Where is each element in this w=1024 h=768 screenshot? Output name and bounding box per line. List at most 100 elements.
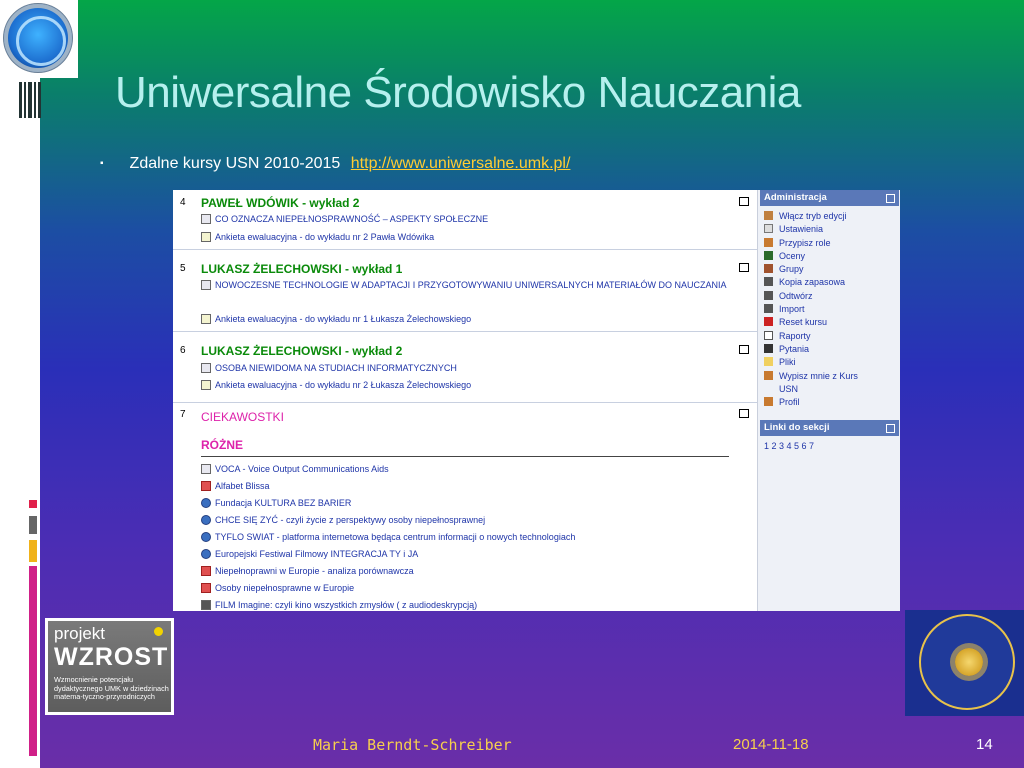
admin-item[interactable]: Przypisz role	[764, 237, 858, 250]
resource-link[interactable]: CHCE SIĘ ZYĆ - czyli życie z perspektywy…	[201, 515, 485, 526]
document-icon	[201, 464, 211, 474]
resource-label: Osoby niepełnosprawne w Europie	[215, 583, 355, 593]
collapse-icon[interactable]	[886, 424, 895, 433]
bullet-text: Zdalne kursy USN 2010-2015	[129, 155, 341, 172]
admin-item[interactable]: Ustawienia	[764, 223, 858, 236]
admin-item[interactable]: Import	[764, 303, 858, 316]
resource-link[interactable]: Ankieta ewaluacyjna - do wykładu nr 1 Łu…	[201, 314, 471, 325]
resource-label: FILM Imagine: czyli kino wszystkich zmys…	[215, 600, 478, 610]
admin-item[interactable]: Pytania	[764, 343, 858, 356]
admin-item-continued[interactable]: USN	[764, 383, 858, 396]
accent-stripe-gray	[29, 516, 37, 534]
quiz-icon	[201, 314, 211, 324]
section-title[interactable]: LUKASZ ŻELECHOWSKI - wykład 1	[201, 262, 402, 276]
resource-link[interactable]: Alfabet Blissa	[201, 481, 270, 492]
moodle-screenshot: 4 PAWEŁ WDÓWIK - wykład 2 CO OZNACZA NIE…	[173, 190, 900, 611]
backup-icon	[764, 277, 773, 287]
profile-icon	[764, 397, 773, 407]
pdf-icon	[201, 566, 211, 576]
links-block-header: Linki do sekcji	[760, 420, 899, 436]
wzrost-line1: projekt	[54, 624, 106, 643]
resource-link[interactable]: Osoby niepełnosprawne w Europie	[201, 583, 354, 594]
admin-menu: Włącz tryb edycji Ustawienia Przypisz ro…	[764, 210, 858, 409]
admin-item[interactable]: Włącz tryb edycji	[764, 210, 858, 223]
resource-label: CO OZNACZA NIEPEŁNOSPRAWNOŚĆ – ASPEKTY S…	[215, 214, 489, 224]
dot-icon	[154, 627, 163, 636]
wzrost-line2: WZROST	[54, 643, 169, 671]
admin-item[interactable]: Pliki	[764, 356, 858, 369]
resource-link[interactable]: TYFLO SWIAT - platforma internetowa będą…	[201, 532, 575, 543]
section-number: 6	[180, 345, 186, 356]
section-checkbox[interactable]	[739, 409, 749, 418]
section-checkbox[interactable]	[739, 263, 749, 272]
admin-item-label: Pytania	[779, 343, 810, 354]
resource-link[interactable]: Ankieta ewaluacyjna - do wykładu nr 2 Łu…	[201, 380, 471, 391]
questions-icon	[764, 343, 773, 353]
section-subtitle: RÓŻNE	[201, 438, 243, 452]
film-icon	[201, 600, 211, 610]
admin-item-label: Wypisz mnie z Kurs	[779, 370, 858, 381]
section-checkbox[interactable]	[739, 197, 749, 206]
section-number: 7	[180, 409, 186, 420]
admin-item[interactable]: Raporty	[764, 330, 858, 343]
resource-link[interactable]: OSOBA NIEWIDOMA NA STUDIACH INFORMATYCZN…	[201, 363, 457, 374]
resource-label: CHCE SIĘ ZYĆ - czyli życie z perspektywy…	[215, 515, 486, 525]
section-number: 5	[180, 263, 186, 274]
sun-icon	[955, 648, 983, 676]
section-links[interactable]: 1 2 3 4 5 6 7	[764, 441, 814, 451]
resource-label: Ankieta ewaluacyjna - do wykładu nr 2 Pa…	[215, 232, 435, 242]
accent-stripe-magenta	[29, 566, 37, 756]
resource-link[interactable]: VOCA - Voice Output Communications Aids	[201, 464, 389, 475]
admin-item[interactable]: Reset kursu	[764, 316, 858, 329]
section-6: 6 LUKASZ ŻELECHOWSKI - wykład 2 OSOBA NI…	[173, 340, 757, 403]
admin-item-label: Ustawienia	[779, 224, 824, 235]
admin-item-label: Włącz tryb edycji	[779, 211, 847, 221]
section-number: 4	[180, 197, 186, 208]
footer-author: Maria Berndt-Schreiber	[313, 736, 512, 754]
admin-item-label: USN	[779, 383, 799, 394]
resource-label: Ankieta ewaluacyjna - do wykładu nr 1 Łu…	[215, 314, 472, 324]
admin-item[interactable]: Grupy	[764, 263, 858, 276]
resource-label: Fundacja KULTURA BEZ BARIER	[215, 498, 352, 508]
resource-link[interactable]: Ankieta ewaluacyjna - do wykładu nr 2 Pa…	[201, 232, 434, 243]
settings-icon	[764, 224, 773, 234]
resource-label: Niepełnoprawni w Europie - analiza porów…	[215, 566, 414, 576]
admin-item-label: Grupy	[779, 264, 804, 275]
globe-icon	[201, 498, 211, 508]
footer-page-number: 14	[976, 736, 993, 753]
resource-link[interactable]: FILM Imagine: czyli kino wszystkich zmys…	[201, 600, 477, 611]
reports-icon	[764, 330, 773, 340]
section-title[interactable]: PAWEŁ WDÓWIK - wykład 2	[201, 196, 359, 210]
admin-item[interactable]: Profil	[764, 396, 858, 409]
resource-link[interactable]: Niepełnoprawni w Europie - analiza porów…	[201, 566, 414, 577]
divider	[201, 456, 729, 457]
resource-label: Ankieta ewaluacyjna - do wykładu nr 2 Łu…	[215, 380, 472, 390]
pdf-icon	[201, 481, 211, 491]
admin-item[interactable]: Oceny	[764, 250, 858, 263]
resource-link[interactable]: Fundacja KULTURA BEZ BARIER	[201, 498, 351, 509]
section-checkbox[interactable]	[739, 345, 749, 354]
document-icon	[201, 214, 211, 224]
resource-link[interactable]: Europejski Festiwal Filmowy INTEGRACJA T…	[201, 549, 418, 560]
admin-item-label: Kopia zapasowa	[779, 277, 846, 288]
globe-icon	[201, 549, 211, 559]
resource-link[interactable]: CO OZNACZA NIEPEŁNOSPRAWNOŚĆ – ASPEKTY S…	[201, 214, 488, 225]
seal-circle	[919, 614, 1015, 710]
pdf-icon	[201, 583, 211, 593]
section-5: 5 LUKASZ ŻELECHOWSKI - wykład 1 NOWOCZES…	[173, 256, 757, 332]
admin-item[interactable]: Odtwórz	[764, 290, 858, 303]
roles-icon	[764, 237, 773, 247]
section-title[interactable]: LUKASZ ŻELECHOWSKI - wykład 2	[201, 344, 402, 358]
admin-item[interactable]: Kopia zapasowa	[764, 276, 858, 289]
admin-item-label: Przypisz role	[779, 237, 831, 248]
globe-icon	[201, 515, 211, 525]
unenrol-icon	[764, 370, 773, 380]
course-link[interactable]: http://www.uniwersalne.umk.pl/	[351, 155, 571, 172]
links-title: Linki do sekcji	[764, 422, 830, 433]
wzrost-logo: projekt WZROST Wzmocnienie potencjału dy…	[45, 618, 174, 715]
resource-link[interactable]: NOWOCZESNE TECHNOLOGIE W ADAPTACJI I PRZ…	[201, 277, 731, 294]
admin-item[interactable]: Wypisz mnie z Kurs	[764, 370, 858, 383]
section-title[interactable]: CIEKAWOSTKI	[201, 410, 284, 424]
collapse-icon[interactable]	[886, 194, 895, 203]
